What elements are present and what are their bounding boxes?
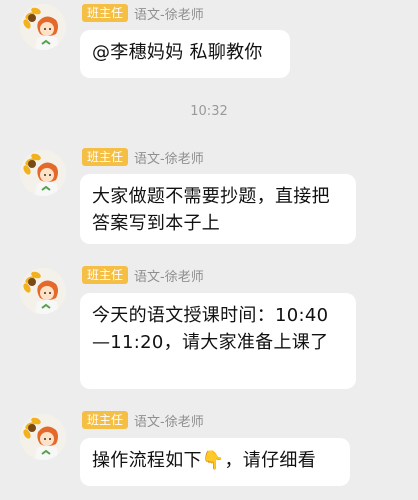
message-text: 操作流程如下👇，请仔细看 (92, 450, 317, 471)
message-bubble[interactable]: 操作流程如下👇，请仔细看 (80, 438, 350, 486)
avatar[interactable] (20, 268, 66, 314)
message-bubble[interactable]: 大家做题不需要抄题，直接把答案写到本子上 (80, 174, 356, 244)
avatar[interactable] (20, 4, 66, 50)
avatar[interactable] (20, 150, 66, 196)
sender-name[interactable]: 语文-徐老师 (134, 266, 204, 285)
role-badge: 班主任 (82, 411, 129, 429)
message-text: 大家做题不需要抄题，直接把答案写到本子上 (92, 186, 330, 234)
message-meta: 班主任 语文-徐老师 (82, 265, 204, 285)
role-badge: 班主任 (82, 266, 129, 284)
sender-name[interactable]: 语文-徐老师 (134, 148, 204, 167)
message-bubble[interactable]: 今天的语文授课时间：10:40—11:20，请大家准备上课了 (80, 293, 356, 389)
sunflower-avatar-icon (20, 414, 66, 460)
time-divider: 10:32 (190, 104, 228, 119)
message-bubble[interactable]: @李穗妈妈 私聊教你 (80, 30, 290, 78)
message-text: 今天的语文授课时间：10:40—11:20，请大家准备上课了 (92, 305, 329, 353)
sender-name[interactable]: 语文-徐老师 (134, 4, 204, 23)
role-badge: 班主任 (82, 4, 129, 22)
sender-name[interactable]: 语文-徐老师 (134, 411, 204, 430)
sunflower-avatar-icon (20, 150, 66, 196)
message-meta: 班主任 语文-徐老师 (82, 410, 204, 430)
message-text: @李穗妈妈 私聊教你 (92, 42, 263, 63)
message-meta: 班主任 语文-徐老师 (82, 147, 204, 167)
role-badge: 班主任 (82, 148, 129, 166)
sunflower-avatar-icon (20, 268, 66, 314)
message-meta: 班主任 语文-徐老师 (82, 3, 204, 23)
sunflower-avatar-icon (20, 4, 66, 50)
avatar[interactable] (20, 414, 66, 460)
